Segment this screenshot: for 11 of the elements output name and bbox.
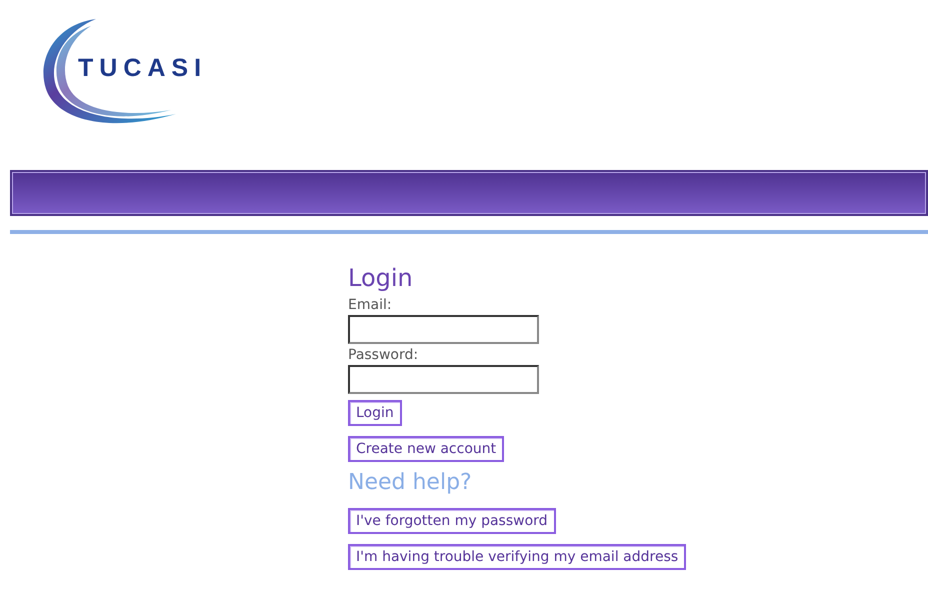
field-label: Email: xyxy=(348,296,392,315)
login-button[interactable]: Login xyxy=(348,400,402,426)
field-label: Password: xyxy=(348,346,418,365)
create-account-button[interactable]: Create new account xyxy=(348,436,504,462)
input-field[interactable] xyxy=(348,365,539,394)
login-heading: Login xyxy=(348,263,413,294)
input-field[interactable] xyxy=(348,315,539,344)
help-button[interactable]: I've forgotten my password xyxy=(348,508,556,534)
logo-text: TUCASI xyxy=(78,54,208,83)
help-heading: Need help? xyxy=(348,469,472,497)
help-button[interactable]: I'm having trouble verifying my email address xyxy=(348,544,686,570)
